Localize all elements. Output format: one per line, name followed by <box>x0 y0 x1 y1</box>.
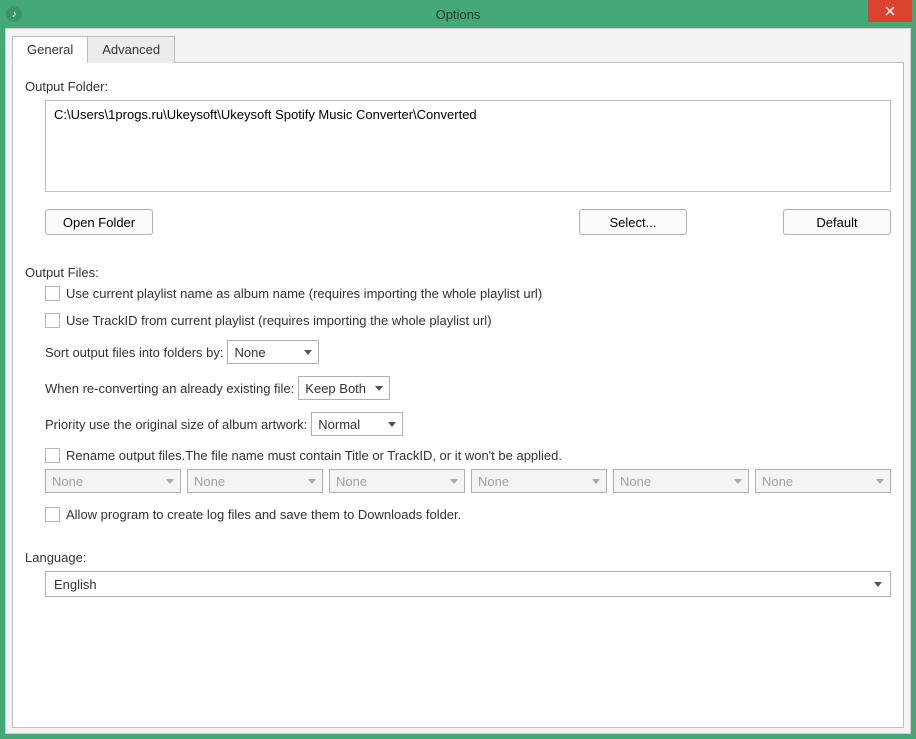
chevron-down-icon <box>876 479 884 484</box>
checkbox-use-trackid[interactable] <box>45 313 60 328</box>
tab-advanced[interactable]: Advanced <box>87 36 175 63</box>
dropdown-artwork[interactable]: Normal <box>311 412 403 436</box>
row-use-playlist-name: Use current playlist name as album name … <box>45 286 891 301</box>
dropdown-reconvert[interactable]: Keep Both <box>298 376 390 400</box>
row-use-trackid: Use TrackID from current playlist (requi… <box>45 313 891 328</box>
tab-content-general: Output Folder: Open Folder Select... Def… <box>12 62 904 728</box>
row-sort-folders: Sort output files into folders by: None <box>45 340 891 364</box>
chevron-down-icon <box>308 479 316 484</box>
dropdown-rename-1: None <box>45 469 181 493</box>
label-use-trackid: Use TrackID from current playlist (requi… <box>66 313 492 328</box>
chevron-down-icon <box>874 582 882 587</box>
row-log: Allow program to create log files and sa… <box>45 507 891 522</box>
checkbox-log[interactable] <box>45 507 60 522</box>
chevron-down-icon <box>166 479 174 484</box>
window-body: General Advanced Output Folder: Open Fol… <box>5 28 911 734</box>
chevron-down-icon <box>375 386 383 391</box>
dropdown-rename-6: None <box>755 469 891 493</box>
language-label: Language: <box>25 550 891 565</box>
output-folder-path[interactable] <box>45 100 891 192</box>
default-button[interactable]: Default <box>783 209 891 235</box>
output-files-label: Output Files: <box>25 265 891 280</box>
checkbox-use-playlist-name[interactable] <box>45 286 60 301</box>
rename-dropdowns: None None None None None None <box>45 469 891 493</box>
row-artwork: Priority use the original size of album … <box>45 412 891 436</box>
select-button[interactable]: Select... <box>579 209 687 235</box>
label-log: Allow program to create log files and sa… <box>66 507 461 522</box>
titlebar: ♪ Options <box>0 0 916 28</box>
row-rename: Rename output files.The file name must c… <box>45 448 891 463</box>
chevron-down-icon <box>450 479 458 484</box>
dropdown-rename-2: None <box>187 469 323 493</box>
dropdown-sort-value: None <box>234 345 265 360</box>
dropdown-rename-3: None <box>329 469 465 493</box>
close-icon <box>885 6 895 16</box>
tabs: General Advanced <box>12 35 910 62</box>
dropdown-artwork-value: Normal <box>318 417 360 432</box>
dropdown-language-value: English <box>54 577 97 592</box>
row-reconvert: When re-converting an already existing f… <box>45 376 891 400</box>
chevron-down-icon <box>388 422 396 427</box>
chevron-down-icon <box>592 479 600 484</box>
label-artwork: Priority use the original size of album … <box>45 417 307 432</box>
chevron-down-icon <box>304 350 312 355</box>
window-title: Options <box>0 7 916 22</box>
dropdown-sort-folders[interactable]: None <box>227 340 319 364</box>
folder-buttons: Open Folder Select... Default <box>45 209 891 235</box>
dropdown-rename-4: None <box>471 469 607 493</box>
dropdown-language[interactable]: English <box>45 571 891 597</box>
dropdown-rename-5: None <box>613 469 749 493</box>
dropdown-reconvert-value: Keep Both <box>305 381 366 396</box>
checkbox-rename[interactable] <box>45 448 60 463</box>
label-sort-folders: Sort output files into folders by: <box>45 345 223 360</box>
chevron-down-icon <box>734 479 742 484</box>
label-reconvert: When re-converting an already existing f… <box>45 381 294 396</box>
app-icon: ♪ <box>6 6 22 22</box>
output-folder-label: Output Folder: <box>25 79 891 94</box>
label-rename: Rename output files.The file name must c… <box>66 448 562 463</box>
close-button[interactable] <box>868 0 912 22</box>
open-folder-button[interactable]: Open Folder <box>45 209 153 235</box>
tab-general[interactable]: General <box>12 36 88 63</box>
label-use-playlist-name: Use current playlist name as album name … <box>66 286 542 301</box>
